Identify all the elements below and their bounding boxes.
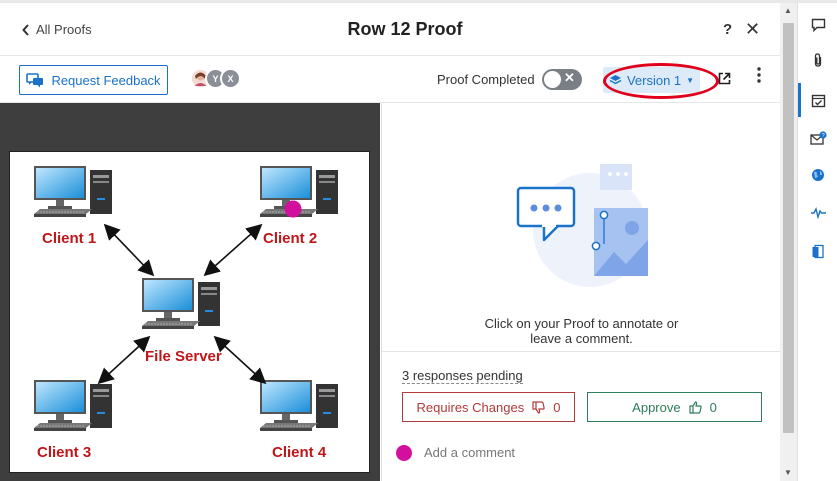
side-rail: ? bbox=[797, 3, 837, 481]
client4-label: Client 4 bbox=[272, 444, 327, 461]
responses-pending-link[interactable]: 3 responses pending bbox=[402, 368, 523, 384]
thumbs-up-icon bbox=[688, 400, 702, 414]
reviewer-avatars: Y X bbox=[190, 68, 241, 89]
toggle-knob bbox=[544, 71, 561, 88]
approve-button[interactable]: Approve 0 bbox=[587, 392, 762, 422]
rail-activity[interactable] bbox=[808, 203, 828, 223]
open-external-button[interactable] bbox=[718, 72, 731, 90]
rail-attachments[interactable] bbox=[808, 50, 828, 70]
help-button[interactable]: ? bbox=[723, 21, 732, 38]
empty-comments-illustration-icon bbox=[516, 164, 648, 287]
request-feedback-label: Request Feedback bbox=[51, 72, 161, 88]
proof-check-icon bbox=[811, 94, 825, 107]
proof-image[interactable]: Client 1 Client 2 File Server Client 3 C… bbox=[9, 151, 370, 473]
scrollbar-thumb[interactable] bbox=[783, 23, 794, 433]
current-user-avatar bbox=[396, 445, 412, 461]
scroll-down-icon[interactable]: ▼ bbox=[784, 468, 792, 477]
page-title: Row 12 Proof bbox=[347, 19, 463, 39]
version-dropdown[interactable]: Version 1 ▼ bbox=[603, 67, 700, 93]
approve-count: 0 bbox=[709, 399, 717, 415]
attachment-icon bbox=[814, 52, 822, 67]
layers-icon bbox=[609, 75, 622, 85]
globe-icon bbox=[812, 169, 824, 181]
divider bbox=[382, 351, 781, 352]
file-server-label: File Server bbox=[145, 348, 222, 365]
client1-label: Client 1 bbox=[42, 230, 96, 247]
scroll-up-icon[interactable]: ▲ bbox=[784, 6, 792, 15]
email-help-icon: ? bbox=[809, 130, 827, 145]
comments-panel: Click on your Proof to annotate or leave… bbox=[381, 103, 781, 481]
proof-toolbar: Request Feedback Y X Proof Completed ✕ V… bbox=[0, 57, 780, 103]
proof-preview-area[interactable]: Client 1 Client 2 File Server Client 3 C… bbox=[0, 103, 380, 481]
book-icon bbox=[812, 244, 824, 258]
rail-globe[interactable] bbox=[808, 165, 828, 185]
requires-changes-label: Requires Changes bbox=[416, 399, 525, 415]
version-label: Version 1 bbox=[626, 72, 682, 88]
caret-down-icon: ▼ bbox=[686, 75, 695, 85]
add-comment-input[interactable]: Add a comment bbox=[424, 445, 515, 460]
proof-completed-label: Proof Completed bbox=[437, 72, 535, 87]
svg-text:?: ? bbox=[821, 133, 824, 139]
approve-label: Approve bbox=[632, 399, 681, 415]
external-link-icon bbox=[718, 72, 731, 85]
client3-label: Client 3 bbox=[37, 444, 91, 461]
proof-header: All Proofs Row 12 Proof ? ✕ bbox=[0, 3, 780, 56]
vertical-scrollbar[interactable]: ▲ ▼ bbox=[780, 3, 797, 481]
thumbs-down-icon bbox=[532, 400, 545, 414]
kebab-menu-icon bbox=[757, 67, 761, 83]
more-options-button[interactable] bbox=[752, 67, 766, 83]
comment-icon bbox=[811, 18, 825, 32]
requires-changes-count: 0 bbox=[553, 399, 561, 415]
toggle-off-icon: ✕ bbox=[564, 70, 575, 85]
close-button[interactable]: ✕ bbox=[745, 19, 760, 40]
rail-comments[interactable] bbox=[808, 15, 828, 35]
activity-icon bbox=[810, 207, 826, 219]
proof-completed-toggle[interactable]: ✕ bbox=[542, 69, 582, 90]
requires-changes-button[interactable]: Requires Changes 0 bbox=[402, 392, 575, 422]
chat-bubbles-icon bbox=[26, 72, 44, 87]
rail-proofs[interactable] bbox=[808, 90, 828, 110]
rail-email[interactable]: ? bbox=[808, 128, 828, 148]
annotate-prompt: Click on your Proof to annotate or leave… bbox=[382, 316, 781, 346]
annotation-marker[interactable] bbox=[284, 200, 302, 218]
prompt-line-2: leave a comment. bbox=[530, 331, 633, 346]
avatar[interactable]: X bbox=[220, 68, 241, 89]
client2-label: Client 2 bbox=[263, 230, 317, 247]
active-rail-indicator bbox=[798, 83, 801, 117]
prompt-line-1: Click on your Proof to annotate or bbox=[484, 316, 679, 331]
rail-book[interactable] bbox=[808, 241, 828, 261]
annotation-illustration bbox=[514, 160, 650, 293]
network-diagram-image: Client 1 Client 2 File Server Client 3 C… bbox=[33, 165, 339, 461]
request-feedback-button[interactable]: Request Feedback bbox=[19, 65, 168, 95]
